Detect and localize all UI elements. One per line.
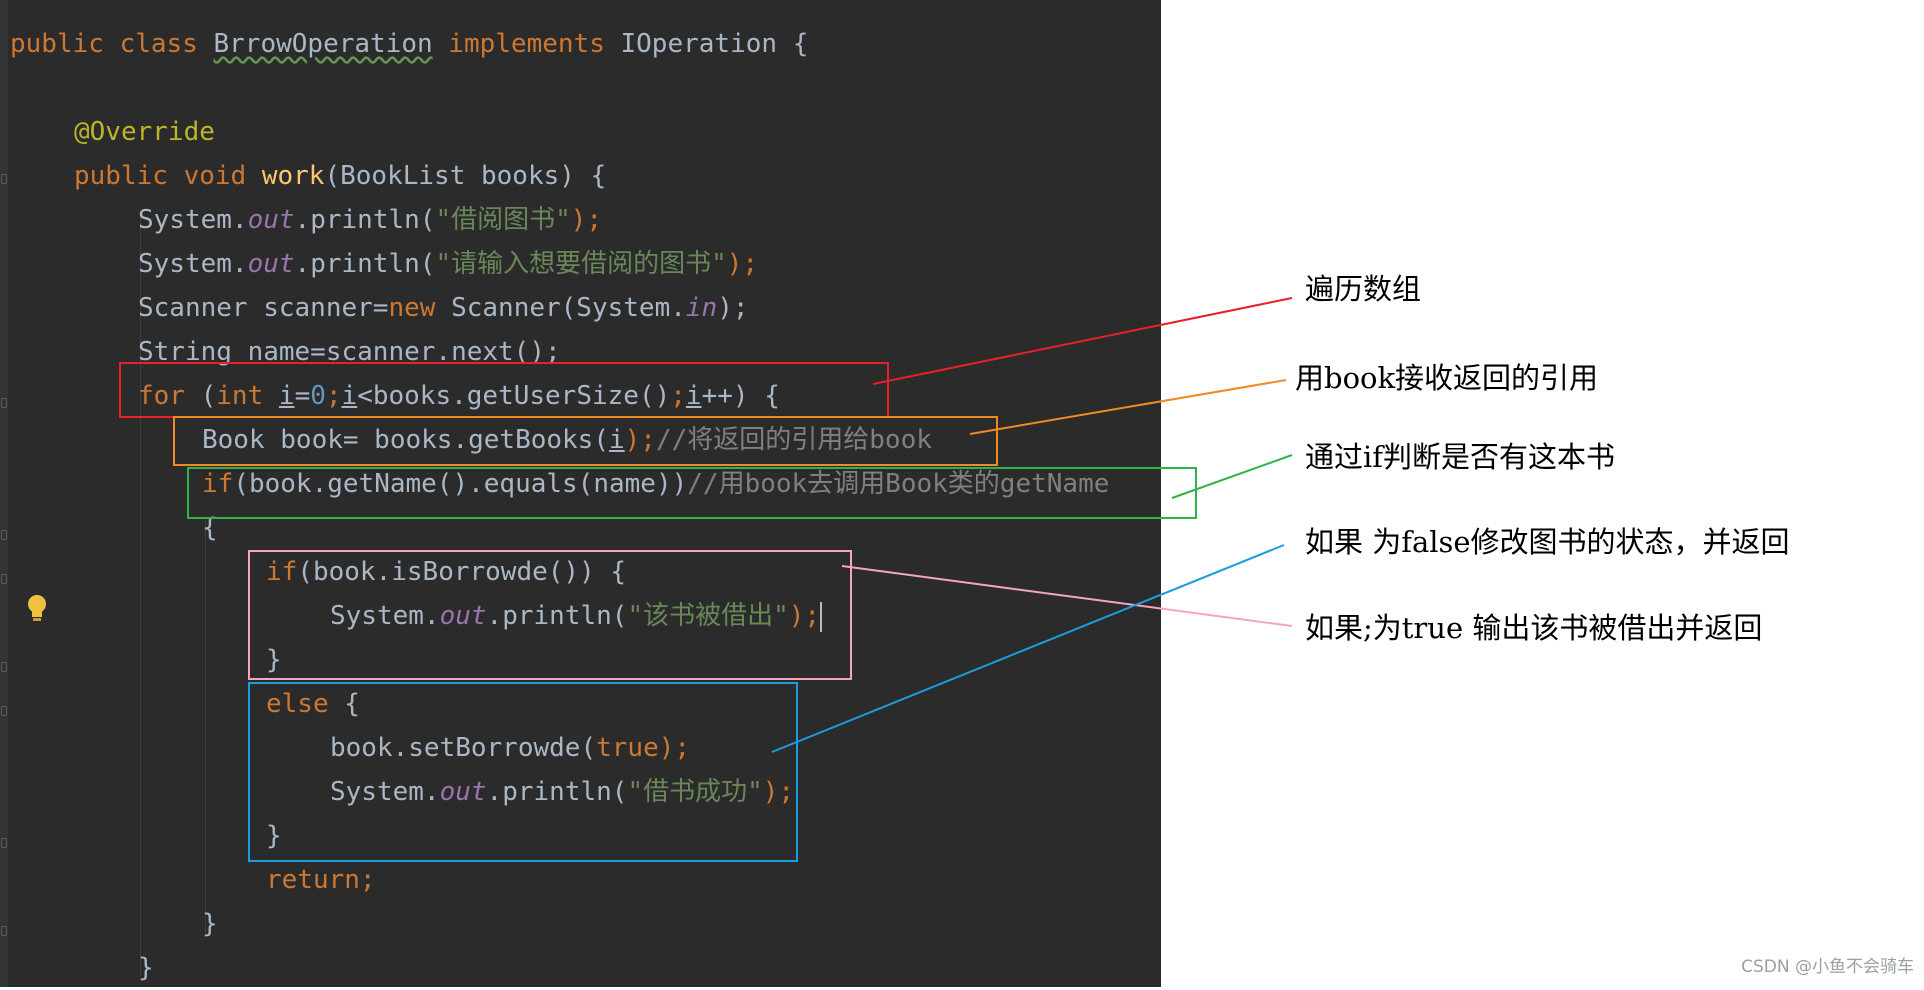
code-text: ); [726, 249, 759, 279]
fold-marker-icon[interactable] [1, 926, 7, 936]
fold-marker-icon[interactable] [1, 530, 7, 540]
code-line-4[interactable]: System.out.println("借阅图书"); [138, 198, 602, 242]
annotation-if-true: 如果;为true 输出该书被借出并返回 [1305, 611, 1763, 645]
code-text: .println( [294, 249, 436, 279]
code-text: Scanner scanner= [138, 293, 389, 323]
keyword: public void [74, 161, 262, 191]
get-book-highlight-box [173, 416, 998, 466]
brace: { [777, 29, 809, 59]
code-line-21[interactable]: } [138, 946, 154, 990]
code-text: .println( [294, 205, 436, 235]
keyword: public class [10, 29, 214, 59]
loop-highlight-box [119, 362, 889, 418]
fold-marker-icon[interactable] [1, 574, 7, 584]
static-field: out [247, 205, 295, 235]
code-text: ); [570, 205, 603, 235]
keyword: new [388, 293, 436, 323]
fold-marker-icon[interactable] [1, 398, 7, 408]
lightbulb-icon[interactable] [26, 594, 48, 624]
annotation-receive: 用book接收返回的引用 [1295, 361, 1599, 395]
interface-name: IOperation [620, 29, 778, 59]
else-branch-box [248, 682, 798, 862]
annotation-if-false: 如果 为false修改图书的状态，并返回 [1305, 525, 1790, 559]
annotation-traverse: 遍历数组 [1305, 272, 1422, 306]
string-literal: "借阅图书" [435, 205, 571, 235]
code-text: Scanner(System. [435, 293, 686, 323]
code-line-19[interactable]: return; [266, 858, 376, 902]
method-name: work [261, 161, 325, 191]
string-literal: "请输入想要借阅的图书" [435, 249, 727, 279]
static-field: in [685, 293, 718, 323]
code-text: } [202, 909, 218, 939]
borrowed-branch-box [248, 550, 852, 680]
fold-marker-icon[interactable] [1, 174, 7, 184]
fold-marker-icon[interactable] [1, 662, 7, 672]
keyword: return [266, 865, 360, 895]
code-text: System. [138, 205, 248, 235]
static-field: out [247, 249, 295, 279]
params: (BookList books) { [324, 161, 607, 191]
code-text: } [138, 953, 154, 983]
indent-guide [205, 518, 206, 933]
annotation: @Override [74, 117, 215, 147]
code-line-3[interactable]: public void work(BookList books) { [74, 154, 606, 198]
fold-marker-icon[interactable] [1, 838, 7, 848]
fold-marker-icon[interactable] [1, 706, 7, 716]
if-check-highlight-box [187, 467, 1197, 519]
code-text: System. [138, 249, 248, 279]
watermark: CSDN @小鱼不会骑车 [1741, 957, 1914, 977]
code-line-20[interactable]: } [202, 902, 218, 946]
code-line-5[interactable]: System.out.println("请输入想要借阅的图书"); [138, 242, 758, 286]
code-text: ); [717, 293, 749, 323]
annotation-check: 通过if判断是否有这本书 [1305, 440, 1616, 474]
code-line-2[interactable]: @Override [74, 110, 215, 154]
keyword: implements [432, 29, 621, 59]
code-line-6[interactable]: Scanner scanner=new Scanner(System.in); [138, 286, 749, 330]
class-name: BrrowOperation [213, 29, 433, 59]
code-text: ; [359, 865, 376, 895]
code-line-1[interactable]: public class BrrowOperation implements I… [10, 22, 808, 66]
